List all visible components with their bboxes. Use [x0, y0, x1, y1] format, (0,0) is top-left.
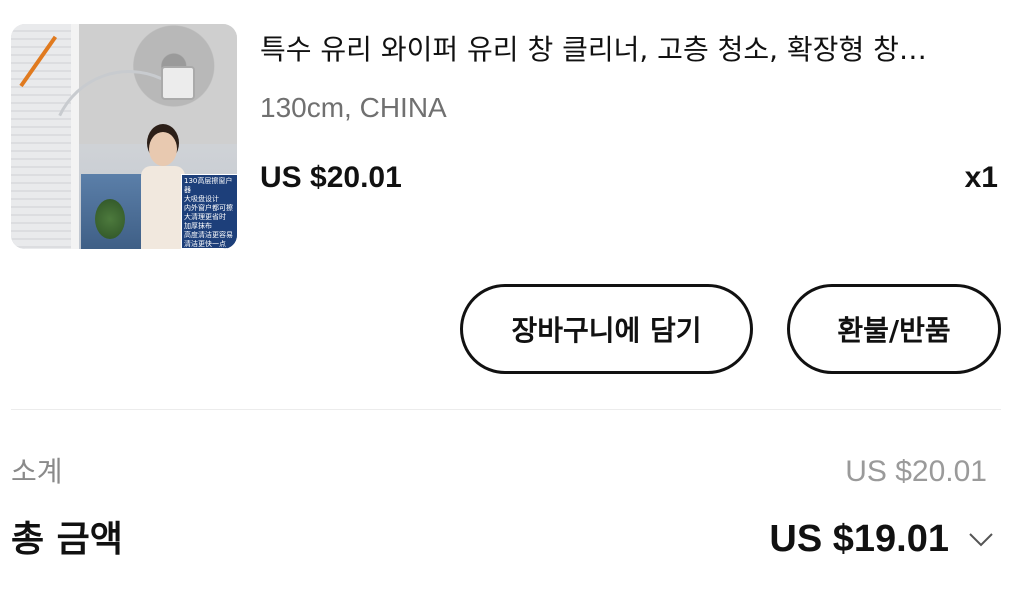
panel-line: 清洁更快一点 [184, 240, 226, 248]
thumbnail-model-head [149, 132, 177, 166]
subtotal-value: US $20.01 [845, 455, 987, 488]
product-quantity: x1 [964, 161, 998, 194]
total-label: 총 금액 [11, 519, 123, 560]
product-thumbnail[interactable]: 130高层擦窗户器 大吸盘设计 内外窗户都可擦 大清理更省时 加厚抹布 高度清洁… [11, 24, 237, 249]
subtotal-label: 소계 [11, 455, 63, 488]
chevron-down-icon[interactable] [967, 525, 995, 553]
total-value: US $19.01 [769, 518, 949, 560]
thumbnail-model-torso [141, 166, 185, 249]
refund-return-button[interactable]: 환불/반품 [787, 284, 1001, 374]
product-title[interactable]: 특수 유리 와이퍼 유리 창 클리너, 고층 청소, 확장형 창… [260, 30, 980, 70]
section-divider [11, 409, 1001, 410]
panel-line: 130高层擦窗户器 [184, 177, 233, 194]
product-price: US $20.01 [260, 161, 402, 194]
panel-line: 大清理更省时 [184, 213, 226, 221]
thumbnail-info-panel: 130高层擦窗户器 大吸盘设计 内外窗户都可擦 大清理更省时 加厚抹布 高度清洁… [181, 174, 237, 249]
panel-line: 加厚抹布 [184, 222, 212, 230]
panel-line: 大吸盘设计 [184, 195, 219, 203]
add-to-cart-button[interactable]: 장바구니에 담기 [460, 284, 753, 374]
thumbnail-model [141, 132, 185, 249]
panel-line: 高度清洁更容易 [184, 231, 233, 239]
product-variant: 130cm, CHINA [260, 92, 447, 123]
thumbnail-wiper-head [161, 66, 195, 100]
panel-line: 内外窗户都可擦 [184, 204, 233, 212]
